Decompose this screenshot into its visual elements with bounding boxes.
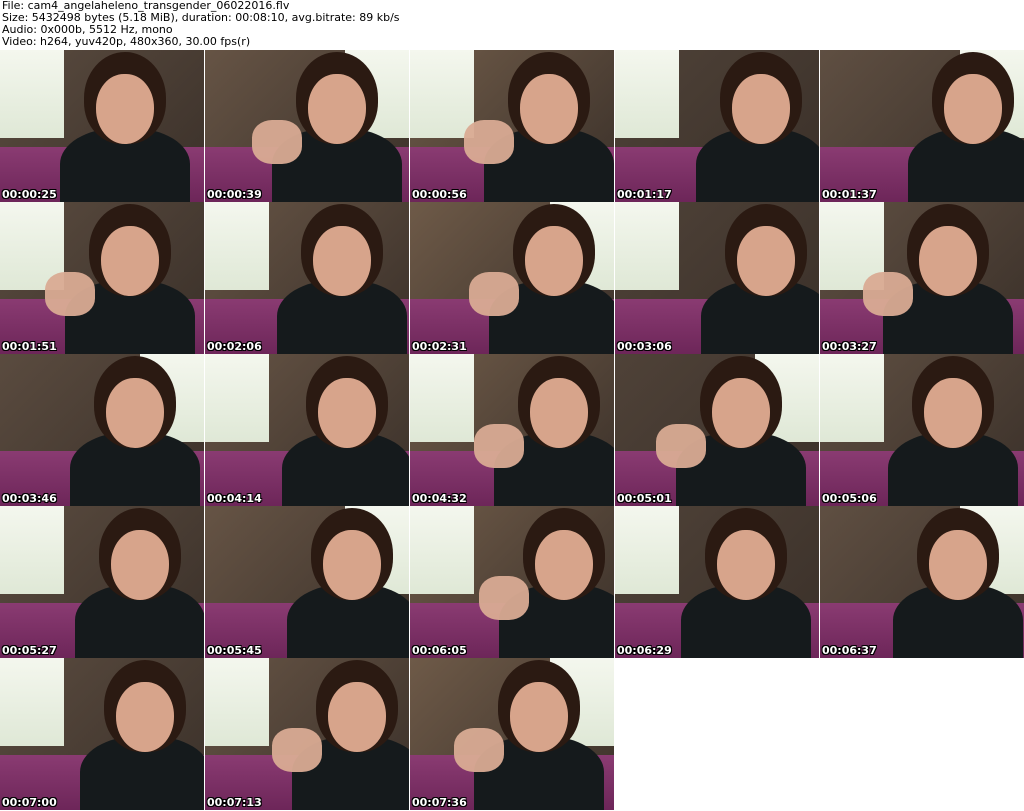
video-thumbnail: 00:03:46: [0, 354, 204, 506]
thumbnail-grid: 00:00:25 00:00:39 00:00:56 00:01:17 00:01:37…: [0, 50, 1024, 811]
video-thumbnail: 00:00:39: [205, 50, 409, 202]
video-thumbnail: 00:06:29: [615, 506, 819, 658]
thumbnail-timestamp: 00:07:36: [412, 796, 467, 809]
thumbnail-timestamp: 00:06:29: [617, 644, 672, 657]
video-thumbnail: 00:01:51: [0, 202, 204, 354]
thumbnail-timestamp: 00:00:56: [412, 188, 467, 201]
video-thumbnail: 00:06:05: [410, 506, 614, 658]
thumbnail-timestamp: 00:03:06: [617, 340, 672, 353]
video-thumbnail: 00:07:13: [205, 658, 409, 810]
file-info-header: File: cam4_angelaheleno_transgender_0602…: [0, 0, 1024, 50]
thumbnail-timestamp: 00:06:37: [822, 644, 877, 657]
thumbnail-timestamp: 00:03:46: [2, 492, 57, 505]
thumbnail-timestamp: 00:01:51: [2, 340, 57, 353]
video-info-line: Video: h264, yuv420p, 480x360, 30.00 fps…: [2, 35, 251, 48]
thumbnail-timestamp: 00:00:39: [207, 188, 262, 201]
thumbnail-timestamp: 00:01:17: [617, 188, 672, 201]
video-thumbnail: 00:00:56: [410, 50, 614, 202]
thumbnail-timestamp: 00:07:13: [207, 796, 262, 809]
video-thumbnail: 00:06:37: [820, 506, 1024, 658]
video-thumbnail: 00:03:06: [615, 202, 819, 354]
video-thumbnail: 00:01:17: [615, 50, 819, 202]
video-thumbnail: 00:04:14: [205, 354, 409, 506]
thumbnail-timestamp: 00:00:25: [2, 188, 57, 201]
thumbnail-timestamp: 00:05:06: [822, 492, 877, 505]
video-thumbnail: 00:00:25: [0, 50, 204, 202]
video-thumbnail: 00:02:06: [205, 202, 409, 354]
video-thumbnail: 00:05:06: [820, 354, 1024, 506]
thumbnail-timestamp: 00:04:32: [412, 492, 467, 505]
thumbnail-timestamp: 00:01:37: [822, 188, 877, 201]
thumbnail-timestamp: 00:04:14: [207, 492, 262, 505]
video-thumbnail: 00:03:27: [820, 202, 1024, 354]
thumbnail-timestamp: 00:07:00: [2, 796, 57, 809]
thumbnail-timestamp: 00:06:05: [412, 644, 467, 657]
video-thumbnail: 00:02:31: [410, 202, 614, 354]
video-thumbnail: 00:05:45: [205, 506, 409, 658]
thumbnail-timestamp: 00:02:06: [207, 340, 262, 353]
thumbnail-timestamp: 00:02:31: [412, 340, 467, 353]
thumbnail-timestamp: 00:03:27: [822, 340, 877, 353]
video-thumbnail: 00:04:32: [410, 354, 614, 506]
video-thumbnail: 00:05:01: [615, 354, 819, 506]
video-thumbnail: 00:07:00: [0, 658, 204, 810]
video-thumbnail: 00:05:27: [0, 506, 204, 658]
thumbnail-timestamp: 00:05:27: [2, 644, 57, 657]
video-thumbnail: 00:07:36: [410, 658, 614, 810]
thumbnail-timestamp: 00:05:45: [207, 644, 262, 657]
thumbnail-timestamp: 00:05:01: [617, 492, 672, 505]
video-thumbnail: 00:01:37: [820, 50, 1024, 202]
